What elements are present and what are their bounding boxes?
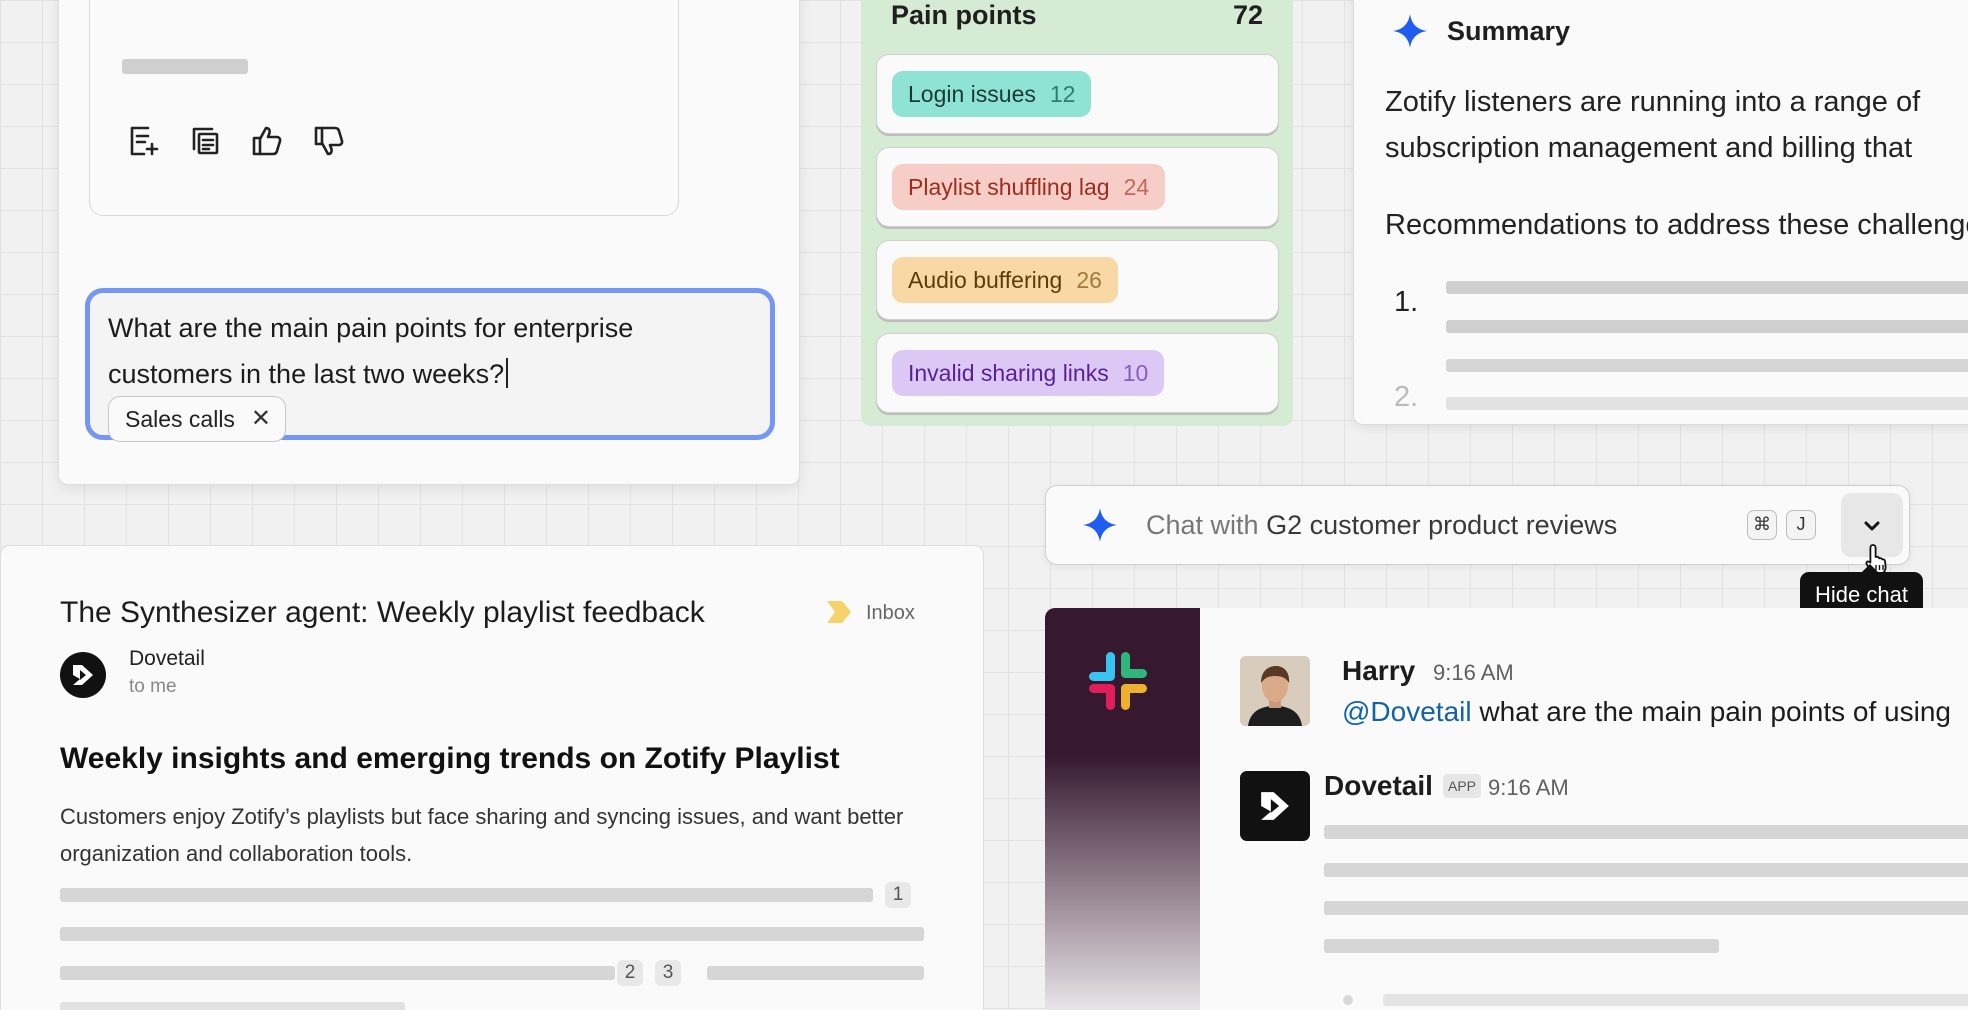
pain-point-card[interactable]: Audio buffering 26 — [876, 240, 1279, 320]
pain-point-count: 12 — [1049, 81, 1076, 107]
pain-point-card[interactable]: Playlist shuffling lag 24 — [876, 147, 1279, 227]
skeleton-line — [1446, 320, 1968, 333]
skeleton-line — [1446, 359, 1968, 372]
response-card — [89, 0, 679, 216]
pain-point-label: Audio buffering — [908, 267, 1063, 293]
user-avatar[interactable] — [1240, 656, 1310, 726]
text-caret — [506, 358, 509, 388]
summary-card: Summary Zotify listeners are running int… — [1353, 0, 1968, 425]
pain-point-tag: Audio buffering 26 — [892, 257, 1118, 303]
chat-panel: What are the main pain points for enterp… — [58, 0, 800, 485]
email-body: Customers enjoy Zotify’s playlists but f… — [60, 804, 904, 866]
inbox-label-icon — [827, 601, 851, 623]
email-card: The Synthesizer agent: Weekly playlist f… — [0, 545, 984, 1010]
dovetail-logo-icon — [73, 665, 93, 685]
citation-badge[interactable]: 2 — [617, 960, 643, 986]
skeleton-line — [1324, 939, 1719, 953]
summary-title: Summary — [1447, 16, 1571, 46]
chat-source-bar[interactable]: Chat with G2 customer product reviews ⌘ … — [1045, 485, 1910, 575]
app-badge: APP — [1443, 774, 1482, 798]
skeleton-line — [60, 1002, 405, 1010]
citation-badge[interactable]: 3 — [655, 960, 681, 986]
pain-point-count: 10 — [1122, 360, 1149, 386]
pain-point-count: 26 — [1076, 267, 1102, 293]
summary-text-line: subscription management and billing that — [1385, 132, 1913, 164]
pain-point-tag: Invalid sharing links 10 — [892, 350, 1165, 396]
pain-point-tag: Playlist shuffling lag 24 — [892, 164, 1166, 210]
slack-window: Harry 9:16 AM @Dovetail what are the mai… — [1045, 608, 1968, 1010]
bot-avatar[interactable] — [1240, 771, 1310, 841]
dovetail-logo-icon — [1261, 792, 1289, 820]
source-chip[interactable]: Sales calls ✕ — [108, 396, 286, 442]
pain-points-count: 72 — [1232, 0, 1263, 30]
skeleton-line — [707, 966, 924, 980]
recipient-label: to me — [129, 676, 177, 697]
email-heading: Weekly insights and emerging trends on Z… — [60, 742, 840, 775]
message-text: @Dovetail what are the main pain points … — [1342, 696, 1951, 728]
response-placeholder-line — [122, 59, 248, 74]
shortcut-j-key: J — [1786, 510, 1816, 540]
pain-points-title: Pain points — [891, 0, 1037, 30]
thumbs-down-icon[interactable] — [312, 124, 346, 158]
skeleton-line — [60, 888, 873, 902]
skeleton-line — [1383, 994, 1968, 1006]
remove-chip-icon[interactable]: ✕ — [251, 397, 271, 441]
copy-icon[interactable] — [188, 124, 222, 158]
list-number: 1. — [1394, 286, 1419, 318]
person-photo — [1240, 656, 1310, 726]
skeleton-line — [1324, 901, 1968, 915]
chevron-down-icon — [1864, 521, 1880, 531]
hide-chat-button[interactable] — [1841, 493, 1903, 575]
message-body: what are the main pain points of using — [1471, 696, 1951, 727]
bot-name[interactable]: Dovetail — [1324, 770, 1433, 802]
bullet-dot — [1343, 995, 1353, 1005]
pain-points-board: Pain points 72 Login issues 12 Playlist s… — [861, 0, 1293, 426]
pain-point-count: 24 — [1123, 174, 1150, 200]
message-author[interactable]: Harry — [1342, 655, 1415, 687]
message-timestamp: 9:16 AM — [1433, 660, 1514, 685]
summary-text-line: Zotify listeners are running into a rang… — [1385, 86, 1921, 118]
skeleton-line — [1324, 825, 1968, 839]
skeleton-line — [1324, 863, 1968, 877]
summary-text-line: Recommendations to address these challen… — [1385, 209, 1968, 241]
inbox-label[interactable]: Inbox — [866, 602, 915, 625]
email-subject: The Synthesizer agent: Weekly playlist f… — [60, 596, 705, 629]
prompt-input[interactable]: What are the main pain points for enterp… — [85, 288, 775, 442]
shortcut-cmd-key: ⌘ — [1747, 510, 1777, 540]
slack-logo-icon — [1089, 652, 1147, 710]
skeleton-line — [60, 927, 924, 941]
pain-point-label: Invalid sharing links — [908, 360, 1109, 386]
pain-point-label: Login issues — [908, 81, 1036, 107]
pain-point-tag: Login issues 12 — [892, 71, 1092, 117]
pain-point-card[interactable]: Invalid sharing links 10 — [876, 333, 1279, 413]
skeleton-line — [60, 966, 615, 980]
chat-prefix: Chat with — [1146, 510, 1259, 540]
skeleton-line — [1446, 281, 1968, 294]
source-chip-label: Sales calls — [125, 406, 235, 432]
mention-link[interactable]: @Dovetail — [1342, 696, 1472, 727]
list-number: 2. — [1394, 381, 1419, 413]
prompt-text[interactable]: What are the main pain points for enterp… — [108, 305, 728, 397]
pain-point-card[interactable]: Login issues 12 — [876, 54, 1279, 134]
slack-sidebar — [1045, 608, 1200, 1010]
chat-source-name: G2 customer product reviews — [1266, 510, 1618, 540]
skeleton-line — [1446, 397, 1968, 410]
add-note-icon[interactable] — [126, 124, 160, 158]
sparkle-icon — [1393, 14, 1427, 48]
sparkle-icon — [1083, 508, 1117, 542]
sender-name: Dovetail — [129, 647, 205, 670]
thumbs-up-icon[interactable] — [250, 124, 284, 158]
chat-source-label: Chat with G2 customer product reviews — [1146, 510, 1617, 541]
bot-timestamp: 9:16 AM — [1488, 775, 1569, 800]
sender-avatar — [60, 652, 106, 698]
pain-point-label: Playlist shuffling lag — [908, 174, 1110, 200]
citation-badge[interactable]: 1 — [885, 882, 911, 908]
